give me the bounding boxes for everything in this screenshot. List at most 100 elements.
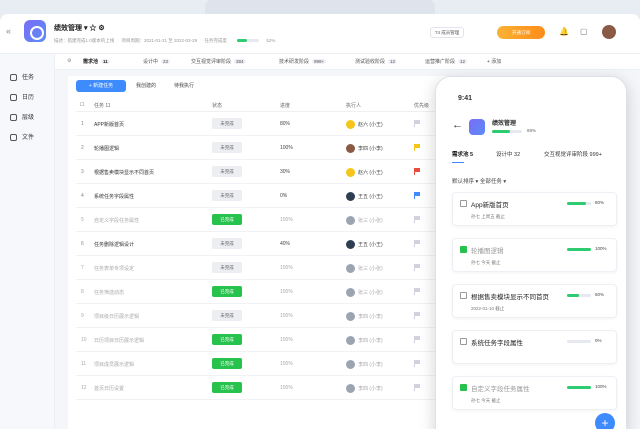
phone-tab-design[interactable]: 设计中 32 [496,150,520,158]
table-row[interactable]: 3 根据售卖模块显示不同首页 未完成 30% 赵六 (小王) [76,160,468,184]
task-name[interactable]: 项目成员展示逻辑 [94,361,134,368]
assignee[interactable]: 赵六 (小王) [346,168,383,177]
table-row[interactable]: 12 首页日历设置 已完成 100% 李四 (小李) [76,376,468,400]
table-row[interactable]: 5 自定义字段任务属性 已完成 100% 张三 (小张) [76,208,468,232]
assignee[interactable]: 赵六 (小王) [346,120,383,129]
tab-review[interactable]: 交互视觉评审阶段 384 [191,58,246,65]
table-row[interactable]: 1 APP新版首页 未完成 80% 赵六 (小王) [76,112,468,136]
status-badge[interactable]: 已完成 [212,382,242,393]
phone-tab-requirements[interactable]: 需求池 5 [452,150,473,163]
table-row[interactable]: 10 日历项目日历展示逻辑 已完成 100% 李四 (小李) [76,328,468,352]
sidebar-item-hierarchy[interactable]: 层级 [10,112,34,124]
assignee[interactable]: 王五 (小王) [346,192,383,201]
phone-tab-review[interactable]: 交互视觉评审阶段 999+ [544,150,602,158]
select-all-checkbox[interactable]: ☐ [80,102,84,108]
tab-testing[interactable]: 测试验收阶段 12 [355,58,398,65]
sidebar-item-calendar[interactable]: 日历 [10,92,34,104]
settings-icon[interactable]: ⚙ [67,58,71,64]
phone-task-card[interactable]: 根据售卖模块显示不同首页 50% 2022-01-10 截止 [452,284,617,318]
task-name[interactable]: APP新版首页 [94,121,124,128]
tab-operations[interactable]: 运营推广阶段 12 [425,58,468,65]
assignee[interactable]: 张三 (小张) [346,264,383,273]
task-name[interactable]: 系统任务字段属性 [94,193,134,200]
table-row[interactable]: 4 系统任务字段属性 未完成 0% 王五 (小王) [76,184,468,208]
priority-flag-icon[interactable] [414,240,420,247]
members-button[interactable]: 74 成员管理 [430,27,465,38]
status-badge[interactable]: 未完成 [212,310,242,321]
task-checkbox[interactable] [460,246,467,253]
sidebar-item-tasks[interactable]: 任务 [10,72,34,84]
assignee[interactable]: 李四 (小李) [346,336,383,345]
status-badge[interactable]: 未完成 [212,118,242,129]
status-badge[interactable]: 已完成 [212,358,242,369]
table-row[interactable]: 6 任务删除逻辑设计 未完成 40% 王五 (小王) [76,232,468,256]
table-row[interactable]: 9 项目级日历展示逻辑 未完成 100% 李四 (小李) [76,304,468,328]
column-assignee[interactable]: 执行人 [346,102,361,109]
priority-flag-icon[interactable] [414,192,420,199]
task-checkbox[interactable] [460,292,467,299]
table-row[interactable]: 2 轮播图逻辑 未完成 100% 李四 (小李) [76,136,468,160]
task-name[interactable]: 任务筛选动态 [94,289,124,296]
task-name[interactable]: 根据售卖模块显示不同首页 [94,169,154,176]
assignee[interactable]: 李四 (小李) [346,384,383,393]
clipboard-icon[interactable]: ▢ [580,27,588,36]
priority-flag-icon[interactable] [414,288,420,295]
table-row[interactable]: 8 任务筛选动态 已完成 100% 张三 (小张) [76,280,468,304]
tab-design[interactable]: 设计中 23 [143,58,171,65]
subscribe-button[interactable]: 开通订阅 [497,26,545,39]
table-row[interactable]: 11 项目成员展示逻辑 已完成 100% 李四 (小李) [76,352,468,376]
task-checkbox[interactable] [460,338,467,345]
created-by-me-filter[interactable]: 我创建的 [136,82,156,89]
task-name[interactable]: 自定义字段任务属性 [94,217,139,224]
column-priority[interactable]: 优先级 [414,102,429,109]
status-badge[interactable]: 未完成 [212,142,242,153]
task-name[interactable]: 首页日历设置 [94,385,124,392]
phone-task-card[interactable]: 自定义字段任务属性 100% 孙七 今天 截止 [452,376,617,410]
status-badge[interactable]: 已完成 [212,334,242,345]
assignee[interactable]: 李四 (小李) [346,144,383,153]
phone-sort-filter[interactable]: 默认排序 ▾ 全部任务 ▾ [452,177,506,185]
assigned-to-me-filter[interactable]: 待我执行 [174,82,194,89]
priority-flag-icon[interactable] [414,312,420,319]
priority-flag-icon[interactable] [414,336,420,343]
task-name[interactable]: 轮播图逻辑 [94,145,119,152]
phone-task-card[interactable]: 轮播图逻辑 100% 孙七 今天 截止 [452,238,617,272]
add-task-fab[interactable]: + [595,413,615,429]
status-badge[interactable]: 未完成 [212,190,242,201]
status-badge[interactable]: 已完成 [212,214,242,225]
tab-requirements[interactable]: 需求池 11 [83,58,110,65]
status-badge[interactable]: 未完成 [212,262,242,273]
column-task[interactable]: 任务 11 [94,102,111,109]
assignee[interactable]: 李四 (小李) [346,360,383,369]
task-name[interactable]: 项目级日历展示逻辑 [94,313,139,320]
priority-flag-icon[interactable] [414,264,420,271]
phone-task-card[interactable]: 系统任务字段属性 0% [452,330,617,364]
sidebar-item-files[interactable]: 文件 [10,132,34,144]
status-badge[interactable]: 未完成 [212,238,242,249]
assignee[interactable]: 王五 (小王) [346,240,383,249]
task-checkbox[interactable] [460,200,467,207]
priority-flag-icon[interactable] [414,144,420,151]
tab-development[interactable]: 技术研发阶段 999+ [279,58,327,65]
task-name[interactable]: 日历项目日历展示逻辑 [94,337,144,344]
status-badge[interactable]: 已完成 [212,286,242,297]
project-title[interactable]: 绩效管理 ▾ ☆ ⚙ [54,23,105,33]
bell-icon[interactable]: 🔔 [559,27,569,36]
task-checkbox[interactable] [460,384,467,391]
column-progress[interactable]: 进度 [280,102,290,109]
column-status[interactable]: 状态 [212,102,222,109]
status-badge[interactable]: 未完成 [212,166,242,177]
priority-flag-icon[interactable] [414,120,420,127]
assignee[interactable]: 李四 (小李) [346,312,383,321]
avatar[interactable] [602,25,616,39]
priority-flag-icon[interactable] [414,360,420,367]
assignee[interactable]: 张三 (小张) [346,288,383,297]
add-tab-button[interactable]: + 添加 [487,58,501,65]
priority-flag-icon[interactable] [414,168,420,175]
task-name[interactable]: 任务删除逻辑设计 [94,241,134,248]
phone-task-card[interactable]: App新版首页 80% 孙七 上周五 截止 [452,192,617,226]
back-arrow-icon[interactable]: ← [452,119,463,131]
priority-flag-icon[interactable] [414,384,420,391]
priority-flag-icon[interactable] [414,216,420,223]
task-name[interactable]: 任务表单专项设定 [94,265,134,272]
